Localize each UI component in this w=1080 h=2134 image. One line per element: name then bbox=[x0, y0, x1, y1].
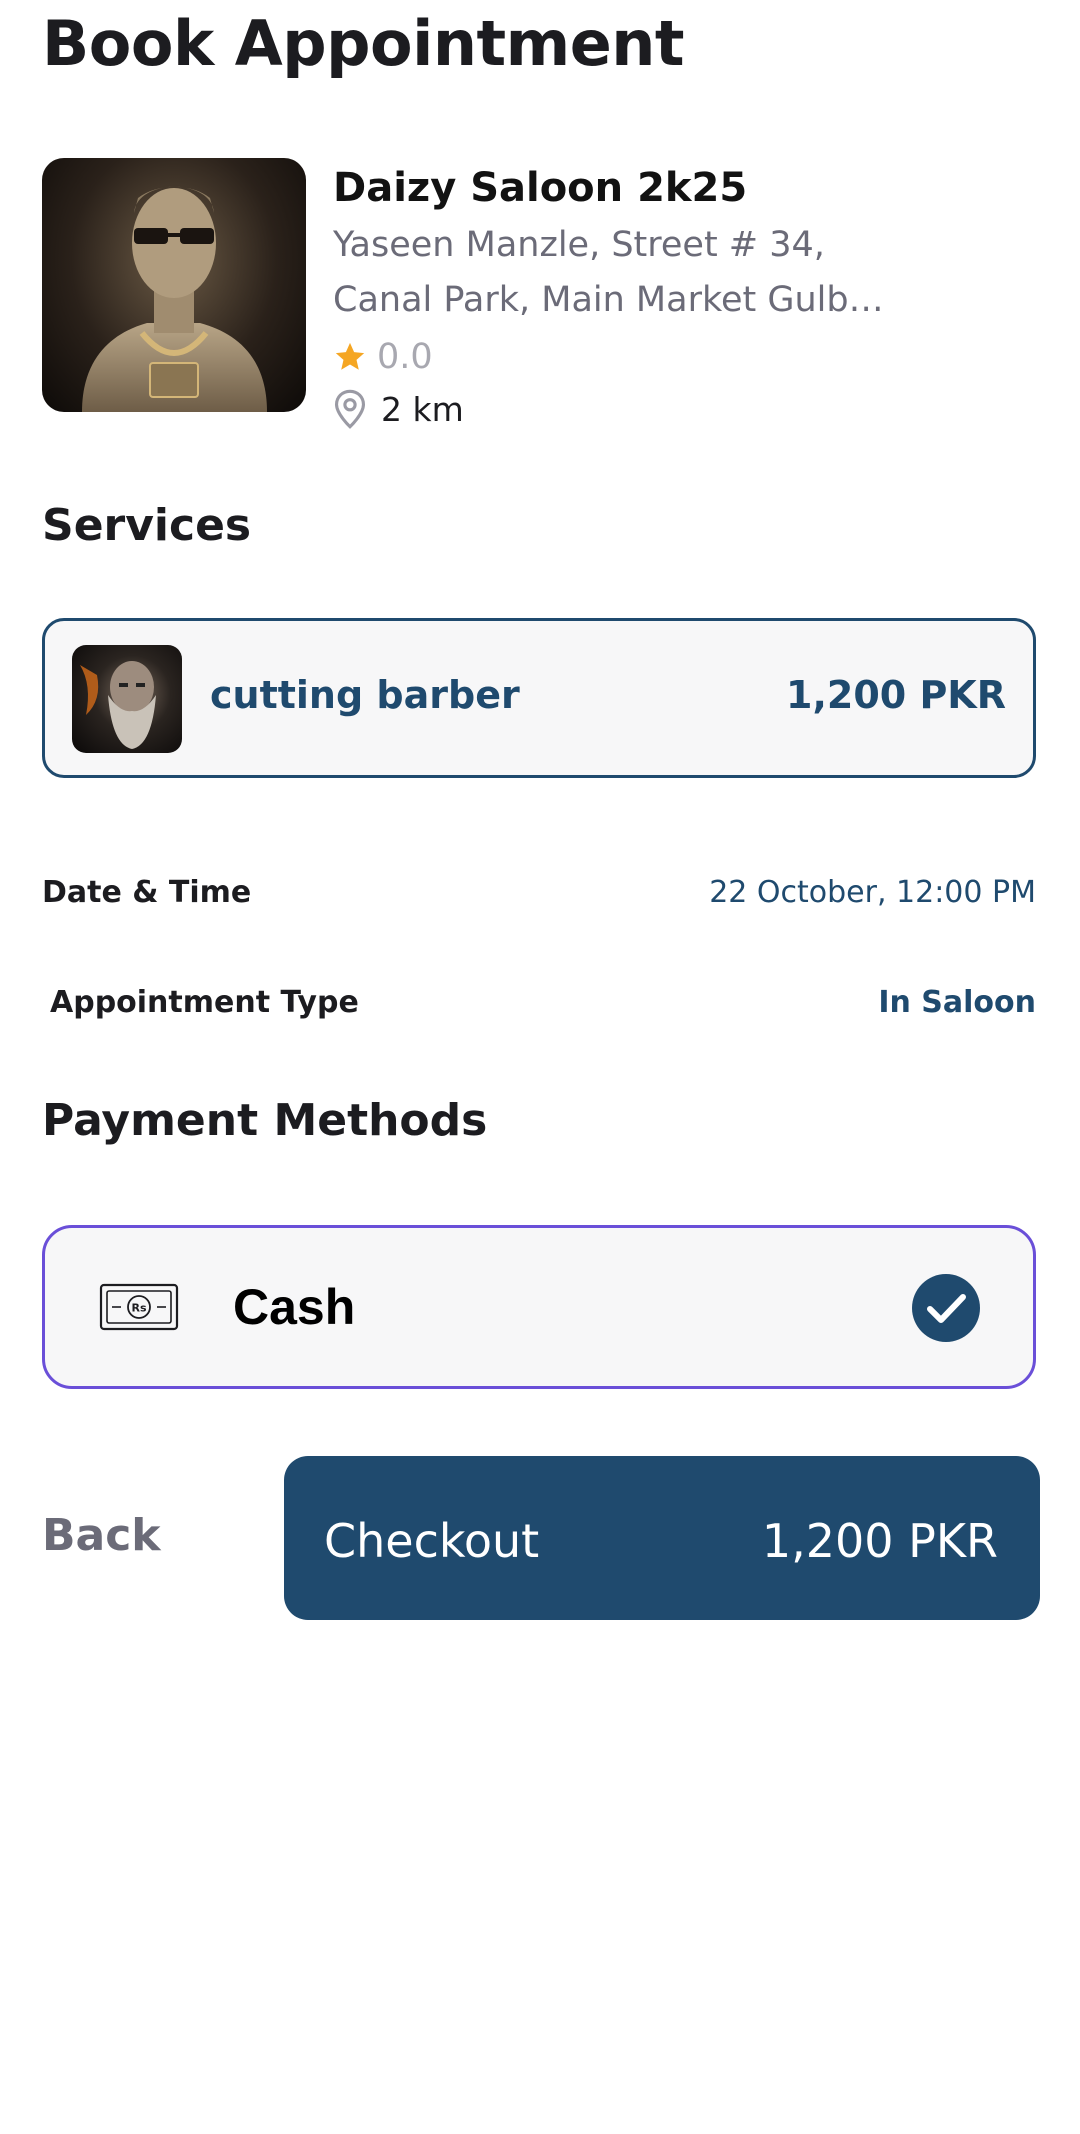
payment-method-label: Cash bbox=[233, 1279, 356, 1335]
checkout-label: Checkout bbox=[324, 1514, 540, 1568]
cash-icon: Rs bbox=[99, 1283, 179, 1331]
service-item[interactable]: cutting barber 1,200 PKR bbox=[42, 618, 1036, 778]
payment-methods-title: Payment Methods bbox=[42, 1095, 488, 1146]
rating-value: 0.0 bbox=[377, 337, 433, 377]
service-price: 1,200 PKR bbox=[786, 673, 1006, 717]
salon-name: Daizy Saloon 2k25 bbox=[333, 165, 748, 211]
salon-address: Yaseen Manzle, Street # 34, Canal Park, … bbox=[333, 218, 973, 328]
page-title: Book Appointment bbox=[42, 7, 685, 80]
distance-value: 2 km bbox=[381, 389, 464, 429]
appointment-type-label: Appointment Type bbox=[50, 985, 359, 1020]
salon-rating: 0.0 bbox=[333, 334, 433, 380]
back-button[interactable]: Back bbox=[42, 1510, 161, 1561]
checkout-total: 1,200 PKR bbox=[761, 1514, 998, 1568]
salon-address-line2: Canal Park, Main Market Gulb… bbox=[333, 280, 884, 320]
service-thumbnail bbox=[72, 645, 182, 753]
selected-check-icon[interactable] bbox=[911, 1273, 981, 1343]
salon-distance: 2 km bbox=[333, 384, 464, 434]
date-time-value[interactable]: 22 October, 12:00 PM bbox=[709, 875, 1036, 910]
service-thumbnail-image bbox=[80, 661, 156, 749]
salon-photo bbox=[42, 158, 306, 412]
appointment-type-value[interactable]: In Saloon bbox=[878, 985, 1036, 1020]
service-name: cutting barber bbox=[210, 673, 520, 717]
star-icon bbox=[335, 342, 365, 370]
svg-text:Rs: Rs bbox=[131, 1302, 146, 1315]
checkout-button[interactable]: Checkout 1,200 PKR bbox=[284, 1456, 1040, 1620]
salon-photo-image bbox=[82, 186, 267, 412]
salon-address-line1: Yaseen Manzle, Street # 34, bbox=[333, 225, 825, 265]
services-title: Services bbox=[42, 500, 252, 551]
payment-method-cash[interactable]: Rs Cash bbox=[42, 1225, 1036, 1389]
date-time-label: Date & Time bbox=[42, 875, 252, 910]
location-pin-icon bbox=[334, 389, 366, 429]
book-appointment-screen: Book Appointment Daizy Saloon 2k25 Yasee… bbox=[0, 0, 1080, 2134]
